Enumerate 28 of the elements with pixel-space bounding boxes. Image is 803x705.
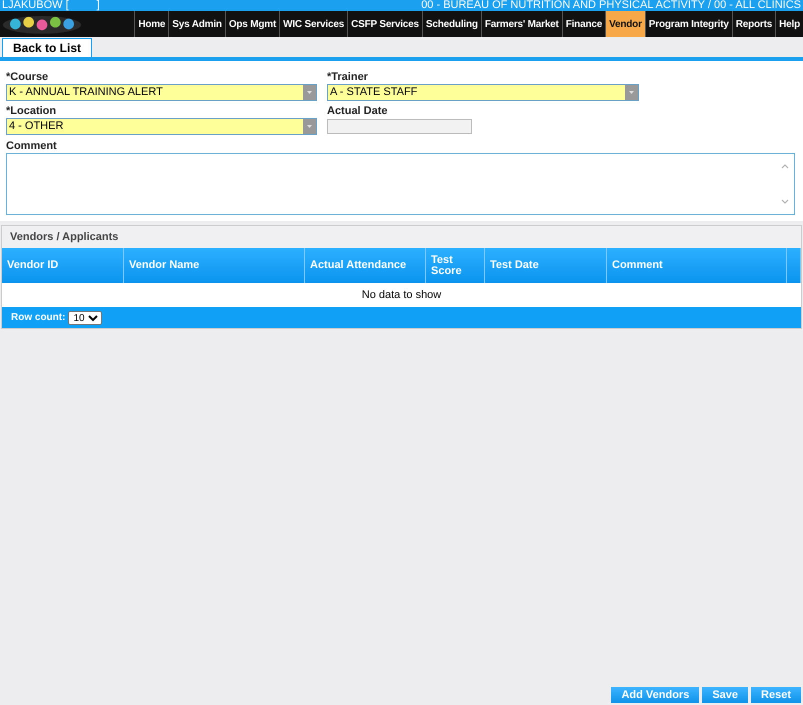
nav-tab[interactable]: Farmers' Market bbox=[480, 11, 562, 37]
nav-tab[interactable]: Vendor bbox=[605, 11, 645, 37]
nav-tab[interactable]: Program Integrity bbox=[644, 11, 732, 37]
field-label: *Course bbox=[6, 71, 50, 83]
nav-tab[interactable]: CSFP Services bbox=[347, 11, 422, 37]
nav-tab[interactable]: Scheduling bbox=[422, 11, 481, 37]
nav-tab[interactable]: Reports bbox=[732, 11, 776, 37]
agency-title: 00 - BUREAU OF NUTRITION AND PHYSICAL ACTIVITY / 00 - ALL CLINICS bbox=[421, 0, 801, 11]
nav-tab[interactable]: WIC Services bbox=[279, 11, 348, 37]
field-label: Actual Date bbox=[327, 105, 389, 117]
trainer-dropdown[interactable]: A - STATE STAFF bbox=[327, 84, 639, 101]
comment-field[interactable] bbox=[6, 153, 795, 215]
location-dropdown[interactable]: 4 - OTHER bbox=[6, 118, 317, 135]
field-label: Comment bbox=[6, 140, 58, 152]
nav-tab[interactable]: Sys Admin bbox=[168, 11, 225, 37]
field-label: *Location bbox=[6, 105, 58, 117]
course-dropdown[interactable]: K - ANNUAL TRAINING ALERT bbox=[6, 84, 317, 101]
bracket-text: ] bbox=[96, 0, 100, 11]
user-name: LJAKUBOW [ bbox=[2, 0, 69, 11]
hands-logo-icon bbox=[2, 13, 82, 35]
back-to-list-tab[interactable]: Back to List bbox=[2, 38, 92, 57]
empty-message: No data to show bbox=[362, 289, 442, 301]
field-label: *Trainer bbox=[327, 71, 369, 83]
nav-tab[interactable]: Ops Mgmt bbox=[224, 11, 280, 37]
nav-tab[interactable]: Home bbox=[134, 11, 168, 37]
row-count-select[interactable]: 10 bbox=[68, 310, 102, 324]
nav-tab[interactable]: Help bbox=[775, 11, 803, 37]
row-count-label: Row count: bbox=[11, 312, 66, 323]
